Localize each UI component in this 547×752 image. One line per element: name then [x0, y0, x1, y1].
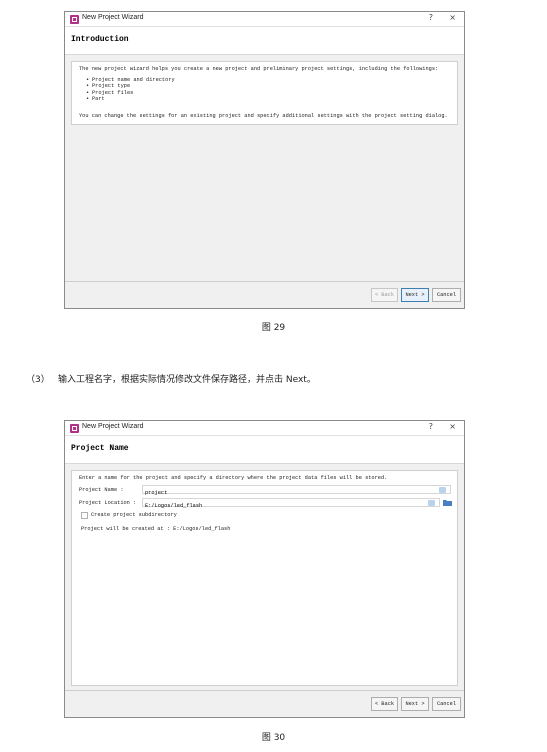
back-button[interactable]: < Back — [371, 288, 398, 302]
window-title: New Project Wizard — [82, 423, 144, 430]
cancel-button[interactable]: Cancel — [432, 697, 461, 711]
page-title: Project Name — [71, 444, 129, 453]
clear-icon[interactable] — [428, 500, 435, 506]
bullet-list: Project name and directory Project type … — [86, 77, 175, 103]
project-form: Enter a name for the project and specify… — [71, 470, 458, 686]
step-number: （3） — [26, 375, 50, 385]
create-subdirectory-label: Create project subdirectory — [91, 512, 177, 518]
window-title: New Project Wizard — [82, 14, 144, 21]
project-location-input[interactable]: E:/Logos/led_flash — [142, 498, 440, 509]
project-name-input[interactable]: project — [142, 485, 451, 496]
wizard-header: Project Name — [65, 436, 464, 464]
app-icon — [70, 424, 79, 433]
project-location-label: Project Location : — [79, 500, 137, 506]
back-button[interactable]: < Back — [371, 697, 398, 711]
app-icon — [70, 15, 79, 24]
help-button[interactable]: ? — [429, 13, 433, 22]
help-button[interactable]: ? — [429, 422, 433, 431]
close-button[interactable]: × — [449, 13, 456, 22]
project-name-label: Project Name : — [79, 487, 124, 493]
note-text: You can change the settings for an exist… — [79, 113, 448, 119]
close-button[interactable]: × — [449, 422, 456, 431]
next-button[interactable]: Next > — [401, 288, 429, 302]
clear-icon[interactable] — [439, 487, 446, 493]
wizard-window-project-name: New Project Wizard ? × Project Name Ente… — [64, 420, 465, 718]
intro-text: The new project wizard helps you create … — [79, 66, 439, 72]
project-name-value: project — [145, 490, 168, 496]
title-bar: New Project Wizard ? × — [65, 12, 464, 27]
title-bar: New Project Wizard ? × — [65, 421, 464, 436]
list-item: Part — [86, 96, 175, 102]
created-at-text: Project will be created at : E:/Logos/le… — [81, 526, 231, 532]
wizard-header: Introduction — [65, 27, 464, 55]
cancel-button[interactable]: Cancel — [432, 288, 461, 302]
page-title: Introduction — [71, 35, 129, 44]
project-location-value: E:/Logos/led_flash — [145, 503, 203, 509]
create-subdirectory-checkbox[interactable] — [81, 512, 88, 519]
wizard-window-introduction: New Project Wizard ? × Introduction The … — [64, 11, 465, 309]
intro-box: The new project wizard helps you create … — [71, 61, 458, 125]
next-button[interactable]: Next > — [401, 697, 429, 711]
button-bar: < Back Next > Cancel — [65, 690, 464, 717]
figure-caption: 图 29 — [261, 323, 286, 333]
instruction-text: Enter a name for the project and specify… — [79, 475, 388, 481]
content-panel: The new project wizard helps you create … — [69, 59, 460, 279]
figure-caption: 图 30 — [261, 733, 286, 743]
button-bar: < Back Next > Cancel — [65, 281, 464, 308]
folder-icon[interactable] — [443, 499, 452, 506]
step-instruction: （3） 输入工程名字，根据实际情况修改文件保存路径，并点击 Next。 — [26, 372, 316, 385]
step-text: 输入工程名字，根据实际情况修改文件保存路径，并点击 Next。 — [58, 375, 316, 385]
content-panel: Enter a name for the project and specify… — [69, 468, 460, 688]
